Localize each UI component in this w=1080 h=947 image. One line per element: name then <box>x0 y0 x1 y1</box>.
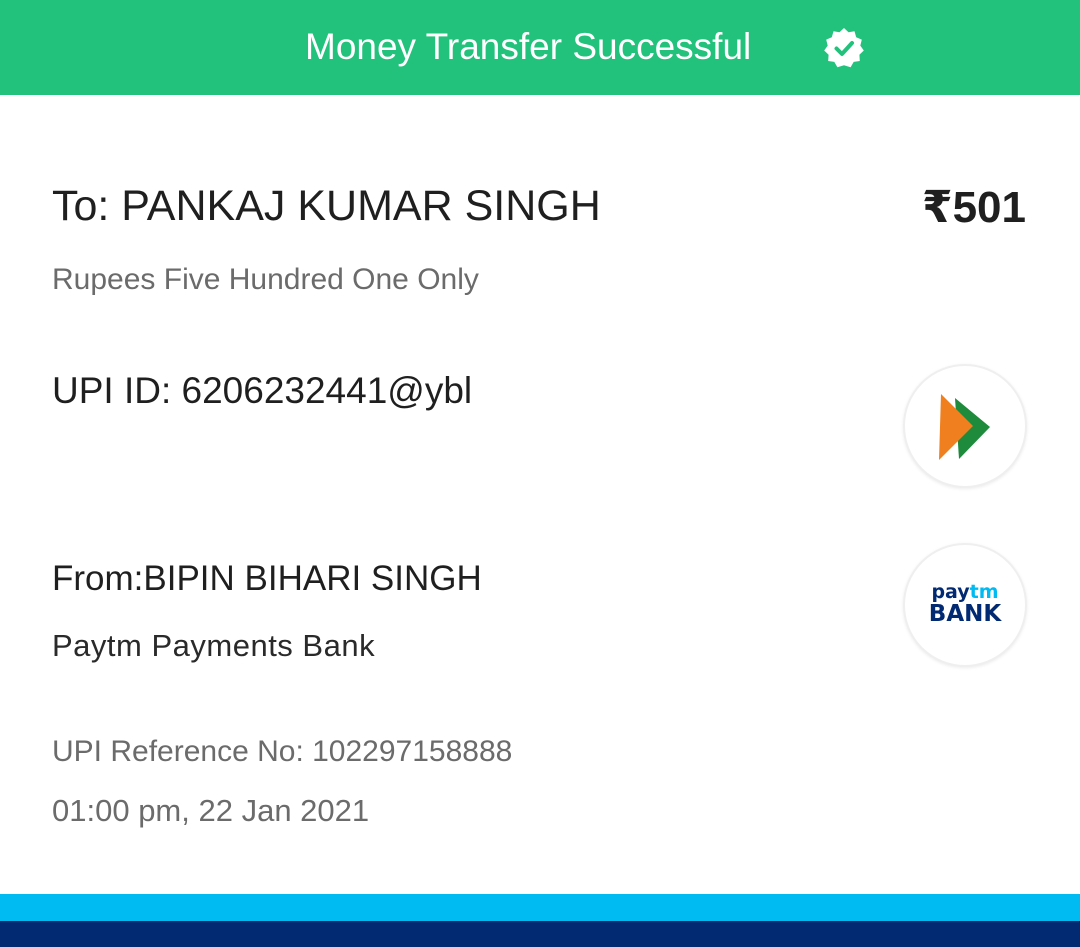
verified-check-icon <box>822 26 866 70</box>
recipient-upi-id: UPI ID: 6206232441@ybl <box>52 370 473 411</box>
success-banner: Money Transfer Successful <box>0 0 1080 95</box>
footer-stripe-dark <box>0 921 1080 947</box>
amount: ₹501 <box>921 183 1026 232</box>
page-title: Money Transfer Successful <box>305 26 752 67</box>
paytm-bank-logo-icon: paytm BANK <box>903 543 1027 667</box>
paytm-logo-top: paytm <box>931 581 999 603</box>
sender-bank-name: Paytm Payments Bank <box>52 628 376 663</box>
footer-stripe-light <box>0 894 1080 921</box>
upi-reference-number: UPI Reference No: 102297158888 <box>52 735 513 768</box>
upi-logo-icon <box>903 364 1027 488</box>
amount-in-words: Rupees Five Hundred One Only <box>52 263 479 296</box>
recipient-name: To: PANKAJ KUMAR SINGH <box>52 182 601 230</box>
sender-name: From:BIPIN BIHARI SINGH <box>52 559 482 598</box>
paytm-logo-bank: BANK <box>928 601 1002 627</box>
transaction-timestamp: 01:00 pm, 22 Jan 2021 <box>52 793 370 828</box>
